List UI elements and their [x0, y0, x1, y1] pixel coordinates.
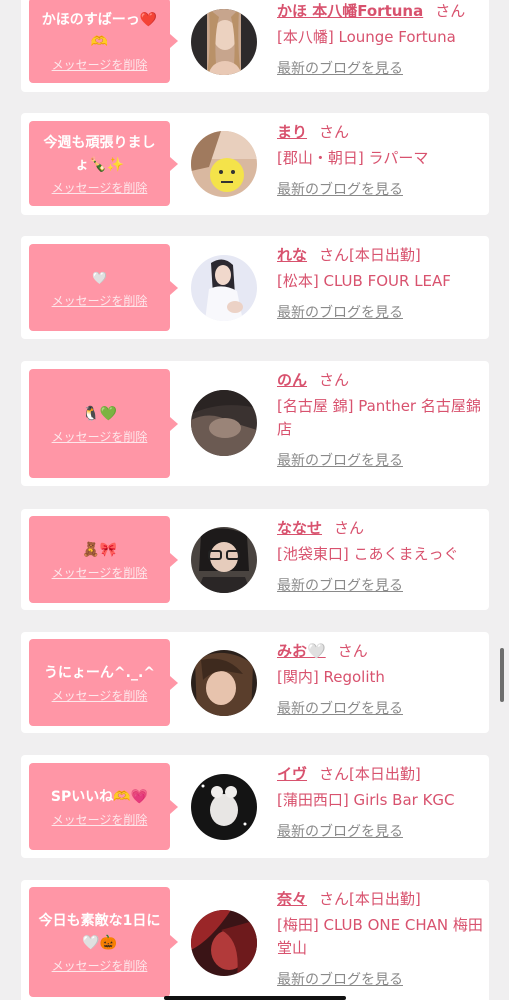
shop-name: [名古屋 錦] Panther 名古屋錦店 — [277, 397, 481, 438]
delete-message-link[interactable]: メッセージを削除 — [52, 57, 148, 73]
avatar[interactable] — [191, 390, 257, 456]
list-item: うにょーん^._.^ メッセージを削除 みお🤍 さん [関内] Regolith … — [21, 632, 489, 733]
cast-name-link[interactable]: れな — [277, 246, 307, 264]
cast-name-link[interactable]: イヴ — [277, 765, 307, 783]
message-bubble: うにょーん^._.^ メッセージを削除 — [29, 639, 178, 726]
cast-info: みお🤍 さん [関内] Regolith 最新のブログを見る — [277, 640, 483, 719]
message-text: 🤍 — [92, 270, 107, 285]
list-item: 今週も頑張りましょ🍾✨ メッセージを削除 まり さん [郡山・朝日] ラパーマ 最… — [21, 113, 489, 215]
avatar[interactable] — [191, 131, 257, 197]
cast-name-link[interactable]: かほ 本八幡Fortuna — [277, 2, 423, 20]
shop-name: [梅田] CLUB ONE CHAN 梅田堂山 — [277, 916, 483, 957]
cast-name-link[interactable]: ななせ — [277, 519, 322, 537]
list-item: 🤍 メッセージを削除 れな さん[本日出勤] [松本] CLUB FOUR LEA… — [21, 236, 489, 339]
list-item: SPいいね🫶💗 メッセージを削除 イヴ さん[本日出勤] [蒲田西口] Girls… — [21, 755, 489, 858]
latest-blog-link[interactable]: 最新のブログを見る — [277, 451, 403, 471]
message-text: 今日も素敵な1日に🤍🎃 — [38, 913, 161, 951]
message-text: 今週も頑張りましょ🍾✨ — [43, 134, 156, 173]
message-bubble: かほのすばーっ❤️🫶 メッセージを削除 — [29, 0, 178, 83]
message-text: 🧸🎀 — [82, 541, 117, 558]
message-text: 🐧💚 — [82, 405, 117, 422]
honorific: さん — [319, 765, 350, 783]
latest-blog-link[interactable]: 最新のブログを見る — [277, 699, 403, 719]
avatar[interactable] — [191, 9, 257, 75]
shop-name: [池袋東口] こあくまえっぐ — [277, 545, 459, 563]
avatar[interactable] — [191, 774, 257, 840]
message-bubble: 🤍 メッセージを削除 — [29, 244, 178, 331]
cast-info: まり さん [郡山・朝日] ラパーマ 最新のブログを見る — [277, 121, 483, 200]
delete-message-link[interactable]: メッセージを削除 — [52, 429, 148, 445]
cast-info: 奈々 さん[本日出勤] [梅田] CLUB ONE CHAN 梅田堂山 最新のブロ… — [277, 888, 483, 990]
shop-name: [松本] CLUB FOUR LEAF — [277, 272, 451, 290]
shop-name: [本八幡] Lounge Fortuna — [277, 28, 456, 46]
delete-message-link[interactable]: メッセージを削除 — [52, 812, 148, 828]
cast-info: イヴ さん[本日出勤] [蒲田西口] Girls Bar KGC 最新のブログを見… — [277, 763, 483, 842]
cast-info: のん さん [名古屋 錦] Panther 名古屋錦店 最新のブログを見る — [277, 369, 483, 471]
message-bubble: SPいいね🫶💗 メッセージを削除 — [29, 763, 178, 850]
message-text: うにょーん^._.^ — [43, 664, 156, 681]
honorific: さん — [319, 371, 350, 389]
status-badge: [本日出勤] — [349, 246, 421, 264]
latest-blog-link[interactable]: 最新のブログを見る — [277, 303, 403, 323]
status-badge: [本日出勤] — [349, 890, 421, 908]
message-bubble: 今日も素敵な1日に🤍🎃 メッセージを削除 — [29, 887, 178, 997]
latest-blog-link[interactable]: 最新のブログを見る — [277, 970, 403, 990]
honorific: さん — [334, 519, 365, 537]
message-bubble: 🐧💚 メッセージを削除 — [29, 369, 178, 478]
honorific: さん — [337, 642, 368, 660]
delete-message-link[interactable]: メッセージを削除 — [52, 688, 148, 704]
cast-info: かほ 本八幡Fortuna さん [本八幡] Lounge Fortuna 最新の… — [277, 0, 483, 79]
cast-name-link[interactable]: まり — [277, 123, 307, 141]
avatar[interactable] — [191, 255, 257, 321]
honorific: さん — [319, 123, 350, 141]
list-item: 🧸🎀 メッセージを削除 ななせ さん [池袋東口] こあくまえっぐ 最新のブログを… — [21, 509, 489, 610]
shop-name: [関内] Regolith — [277, 668, 385, 686]
home-indicator[interactable] — [164, 996, 346, 1000]
list-item: 今日も素敵な1日に🤍🎃 メッセージを削除 奈々 さん[本日出勤] [梅田] CLU… — [21, 880, 489, 1000]
avatar[interactable] — [191, 650, 257, 716]
cast-info: れな さん[本日出勤] [松本] CLUB FOUR LEAF 最新のブログを見る — [277, 244, 483, 323]
message-text: かほのすばーっ❤️🫶 — [41, 11, 158, 50]
latest-blog-link[interactable]: 最新のブログを見る — [277, 576, 403, 596]
message-text: SPいいね🫶💗 — [50, 788, 149, 805]
cast-name-link[interactable]: 奈々 — [277, 890, 307, 908]
cast-name-link[interactable]: みお🤍 — [277, 642, 326, 660]
delete-message-link[interactable]: メッセージを削除 — [52, 958, 148, 974]
shop-name: [蒲田西口] Girls Bar KGC — [277, 791, 455, 809]
honorific: さん — [319, 890, 350, 908]
delete-message-link[interactable]: メッセージを削除 — [52, 293, 148, 309]
list-item: 🐧💚 メッセージを削除 のん さん [名古屋 錦] Panther 名古屋錦店 最… — [21, 361, 489, 486]
latest-blog-link[interactable]: 最新のブログを見る — [277, 180, 403, 200]
honorific: さん — [435, 2, 466, 20]
honorific: さん — [319, 246, 350, 264]
shop-name: [郡山・朝日] ラパーマ — [277, 149, 429, 167]
message-bubble: 🧸🎀 メッセージを削除 — [29, 516, 178, 603]
latest-blog-link[interactable]: 最新のブログを見る — [277, 822, 403, 842]
latest-blog-link[interactable]: 最新のブログを見る — [277, 59, 403, 79]
scrollbar-thumb[interactable] — [500, 648, 504, 702]
avatar[interactable] — [191, 910, 257, 976]
cast-name-link[interactable]: のん — [277, 371, 307, 389]
message-bubble: 今週も頑張りましょ🍾✨ メッセージを削除 — [29, 121, 178, 206]
status-badge: [本日出勤] — [349, 765, 421, 783]
list-item: かほのすばーっ❤️🫶 メッセージを削除 かほ 本八幡Fortuna さん [本八幡… — [21, 0, 489, 92]
delete-message-link[interactable]: メッセージを削除 — [52, 565, 148, 581]
cast-info: ななせ さん [池袋東口] こあくまえっぐ 最新のブログを見る — [277, 517, 483, 596]
delete-message-link[interactable]: メッセージを削除 — [52, 180, 148, 196]
avatar[interactable] — [191, 527, 257, 593]
